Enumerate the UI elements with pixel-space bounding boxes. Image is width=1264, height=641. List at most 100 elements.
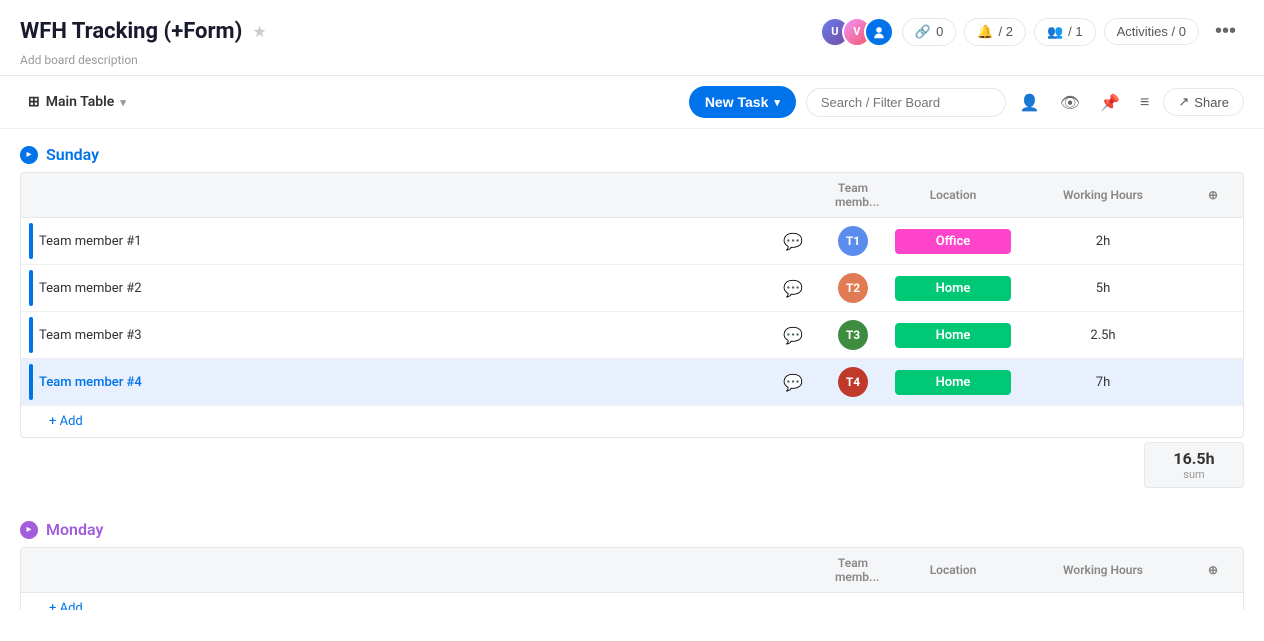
table-row[interactable]: Team member #2 💬 T2 Home 5h xyxy=(21,265,1243,312)
comment-cell[interactable]: 💬 xyxy=(763,318,823,353)
table-monday: Team memb... Location Working Hours ⊕ + … xyxy=(20,547,1244,610)
row-indicator xyxy=(29,270,33,306)
col-hours: Working Hours xyxy=(1023,180,1183,210)
add-row-button[interactable]: + Add xyxy=(21,593,1243,610)
row-name: Team member #1 xyxy=(39,234,142,249)
comment-cell[interactable]: 💬 xyxy=(763,224,823,259)
table-icon: ⊞ xyxy=(28,94,40,110)
hours-cell: 2h xyxy=(1023,226,1183,257)
group-toggle-sunday[interactable]: ▸ xyxy=(20,146,38,164)
row-name: Team member #4 xyxy=(39,375,142,390)
row-name-cell: Team member #1 xyxy=(21,223,763,259)
group-toggle-monday[interactable]: ▸ xyxy=(20,521,38,539)
group-name-sunday: Sunday xyxy=(46,145,99,164)
toolbar-icons: 👤 👁 📌 ≡ xyxy=(1016,88,1154,116)
avatar: T4 xyxy=(838,367,868,397)
row-name: Team member #2 xyxy=(39,281,142,296)
col-avatar: Team memb... xyxy=(823,548,883,592)
filter-icon[interactable]: ≡ xyxy=(1136,88,1153,116)
add-row-label: + Add xyxy=(37,601,83,610)
comment-icon[interactable]: 💬 xyxy=(783,232,803,251)
add-column-button[interactable]: ⊕ xyxy=(1183,555,1243,585)
activities-button[interactable]: Activities / 0 xyxy=(1104,18,1199,45)
location-cell[interactable]: Home xyxy=(883,315,1023,356)
location-badge: Home xyxy=(895,276,1011,301)
update-button[interactable]: 🔔 / 2 xyxy=(964,18,1026,46)
location-badge: Office xyxy=(895,229,1011,254)
update-icon: 🔔 xyxy=(977,24,993,40)
share-icon: ↗ xyxy=(1178,94,1189,110)
table-row[interactable]: Team member #1 💬 T1 Office 2h xyxy=(21,218,1243,265)
comment-icon[interactable]: 💬 xyxy=(783,326,803,345)
add-row-button[interactable]: + Add xyxy=(21,406,1243,437)
add-column-button[interactable]: ⊕ xyxy=(1183,180,1243,210)
col-location: Location xyxy=(883,555,1023,585)
table-row[interactable]: Team member #4 ✎ 💬 T4 Home 7h xyxy=(21,359,1243,406)
avatar: T2 xyxy=(838,273,868,303)
comment-icon[interactable]: 💬 xyxy=(783,373,803,392)
new-task-button[interactable]: New Task ▾ xyxy=(689,86,796,118)
hours-value: 5h xyxy=(1096,281,1110,296)
chevron-down-icon: ▾ xyxy=(774,96,780,109)
row-indicator xyxy=(29,317,33,353)
row-indicator xyxy=(29,364,33,400)
invite-button[interactable]: 🔗 0 xyxy=(902,18,956,46)
comment-cell[interactable]: 💬 xyxy=(763,271,823,306)
add-row-label: + Add xyxy=(37,414,83,429)
location-cell[interactable]: Home xyxy=(883,268,1023,309)
col-location: Location xyxy=(883,180,1023,210)
col-comment xyxy=(763,187,823,203)
table-sunday: Team memb... Location Working Hours ⊕ Te… xyxy=(20,172,1244,438)
row-name-cell: Team member #4 ✎ xyxy=(21,364,763,400)
eye-icon[interactable]: 👁 xyxy=(1056,89,1084,116)
avatar-cell[interactable]: T3 xyxy=(823,312,883,358)
members-icon: 👥 xyxy=(1047,24,1063,40)
col-name xyxy=(21,562,763,578)
hours-cell: 2.5h xyxy=(1023,320,1183,351)
row-name: Team member #3 xyxy=(39,328,142,343)
comment-cell[interactable]: 💬 xyxy=(763,365,823,400)
header-actions: U V 🔗 0 🔔 / 2 👥 / 1 xyxy=(820,16,1244,47)
col-hours: Working Hours xyxy=(1023,555,1183,585)
col-comment xyxy=(763,562,823,578)
table-header: Team memb... Location Working Hours ⊕ xyxy=(21,548,1243,593)
location-cell[interactable]: Home xyxy=(883,362,1023,403)
board-description[interactable]: Add board description xyxy=(20,51,1244,67)
header: WFH Tracking (+Form) ★ U V 🔗 0 🔔 / 2 xyxy=(0,0,1264,76)
avatar-cell[interactable]: T4 xyxy=(823,359,883,405)
avatar-group[interactable]: U V xyxy=(820,17,894,47)
avatar-cell[interactable]: T1 xyxy=(823,218,883,264)
comment-icon[interactable]: 💬 xyxy=(783,279,803,298)
avatar: T3 xyxy=(838,320,868,350)
group-name-monday: Monday xyxy=(46,520,103,539)
sum-box: 16.5h sum xyxy=(1144,442,1244,488)
toolbar: ⊞ Main Table ▾ New Task ▾ 👤 👁 📌 ≡ ↗ Shar… xyxy=(0,76,1264,129)
row-options xyxy=(1183,374,1243,390)
col-avatar: Team memb... xyxy=(823,173,883,217)
sum-value: 16.5h xyxy=(1161,449,1227,468)
hours-cell: 5h xyxy=(1023,273,1183,304)
row-options xyxy=(1183,327,1243,343)
row-name-cell: Team member #3 xyxy=(21,317,763,353)
avatar: T1 xyxy=(838,226,868,256)
avatar-cell[interactable]: T2 xyxy=(823,265,883,311)
share-button[interactable]: ↗ Share xyxy=(1163,88,1244,116)
star-icon[interactable]: ★ xyxy=(252,22,266,41)
members-button[interactable]: 👥 / 1 xyxy=(1034,18,1096,46)
search-input[interactable] xyxy=(806,88,1006,117)
board-title: WFH Tracking (+Form) xyxy=(20,19,242,44)
row-options xyxy=(1183,280,1243,296)
more-button[interactable]: ••• xyxy=(1207,16,1244,47)
main-table-button[interactable]: ⊞ Main Table ▾ xyxy=(20,90,134,114)
col-team-label: Team memb... xyxy=(835,181,879,209)
hours-value: 2h xyxy=(1096,234,1110,249)
person-filter-icon[interactable]: 👤 xyxy=(1016,89,1044,116)
hours-value: 7h xyxy=(1096,375,1110,390)
location-badge: Home xyxy=(895,323,1011,348)
pin-icon[interactable]: 📌 xyxy=(1096,89,1124,116)
hours-cell: 7h xyxy=(1023,367,1183,398)
group-sunday: ▸ Sunday Team memb... Location Working H… xyxy=(20,145,1244,488)
avatar xyxy=(864,17,894,47)
location-cell[interactable]: Office xyxy=(883,221,1023,262)
table-row[interactable]: Team member #3 💬 T3 Home 2.5h xyxy=(21,312,1243,359)
